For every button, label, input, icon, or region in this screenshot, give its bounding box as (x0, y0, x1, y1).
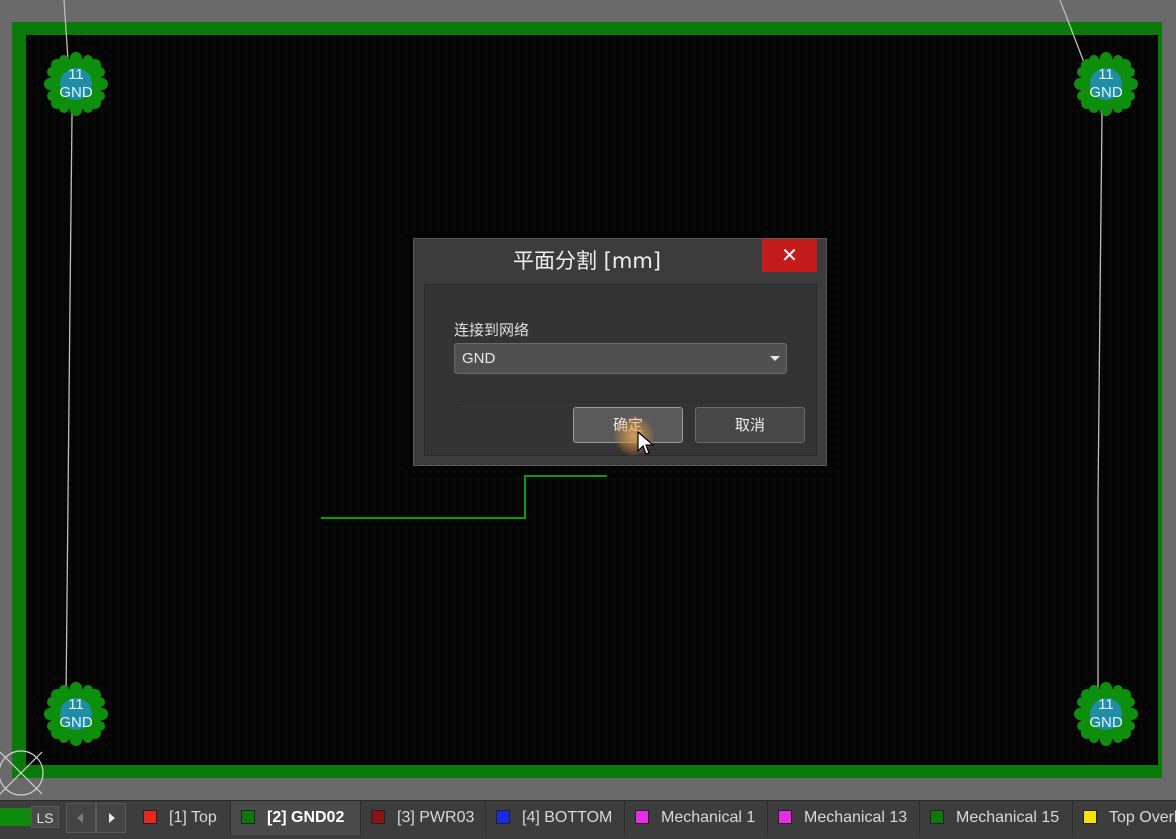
pcb-canvas[interactable]: 11 GND 11 GND 11 GND 11 GND 平面分割 [mm] ✕ … (0, 0, 1176, 800)
pad-net-name: GND (1089, 84, 1123, 101)
layer-tab-label: [4] BOTTOM (522, 809, 613, 826)
scroll-layers-left-button[interactable] (66, 803, 96, 833)
gnd-pad-top-right[interactable]: 11 GND (1074, 52, 1138, 116)
layer-color-swatch (371, 810, 385, 824)
cancel-button[interactable]: 取消 (695, 407, 805, 443)
layer-tab-top[interactable]: [1] Top (133, 801, 231, 835)
layer-tab-label: Top Overlay (1109, 809, 1176, 826)
mouse-cursor-icon (637, 431, 655, 455)
scroll-layers-right-button[interactable] (96, 803, 126, 833)
layer-color-swatch (496, 810, 510, 824)
layer-tab-pwr03[interactable]: [3] PWR03 (361, 801, 486, 835)
pad-number: 11 (1098, 696, 1114, 713)
layer-tab-mechanical-15[interactable]: Mechanical 15 (920, 801, 1073, 835)
connect-to-net-label: 连接到网络 (454, 321, 530, 339)
pad-net-name: GND (59, 84, 93, 101)
chevron-left-icon (77, 813, 83, 823)
layer-tab-bottom[interactable]: [4] BOTTOM (486, 801, 625, 835)
pad-net-name: GND (59, 714, 93, 731)
current-layer-swatch[interactable] (0, 808, 31, 826)
chevron-right-icon (109, 813, 115, 823)
origin-marker-icon (0, 750, 44, 796)
layer-tab-label: [2] GND02 (267, 809, 345, 826)
layer-tab-mechanical-1[interactable]: Mechanical 1 (625, 801, 768, 835)
layer-tab-label: Mechanical 15 (956, 809, 1060, 826)
layer-color-swatch (635, 810, 649, 824)
pad-net-name: GND (1089, 714, 1123, 731)
layer-color-swatch (1083, 810, 1097, 824)
layer-tab-gnd02[interactable]: [2] GND02 (231, 801, 361, 835)
pad-number: 11 (68, 66, 84, 83)
layer-color-swatch (930, 810, 944, 824)
divider (460, 375, 787, 402)
net-select-value: GND (462, 350, 496, 367)
pad-number: 11 (68, 696, 84, 713)
gnd-pad-bottom-right[interactable]: 11 GND (1074, 682, 1138, 746)
layer-tab-label: Mechanical 13 (804, 809, 908, 826)
layer-color-swatch (778, 810, 792, 824)
gnd-pad-top-left[interactable]: 11 GND (44, 52, 108, 116)
layer-color-swatch (143, 810, 157, 824)
close-button[interactable]: ✕ (762, 239, 817, 272)
layer-tab-bar: LS [1] Top [2] GND02 [3] PWR03 [4] BOTTO… (0, 800, 1176, 839)
net-select-dropdown[interactable]: GND (454, 343, 787, 374)
layer-tab-top-overlay[interactable]: Top Overlay (1073, 801, 1176, 835)
layer-color-swatch (241, 810, 255, 824)
layer-tab-label: [1] Top (169, 809, 217, 826)
pad-number: 11 (1098, 66, 1114, 83)
chevron-down-icon (770, 356, 780, 361)
gnd-pad-bottom-left[interactable]: 11 GND (44, 682, 108, 746)
split-line-trace (321, 475, 607, 519)
dialog-title: 平面分割 [mm] (513, 249, 661, 273)
layer-tab-label: [3] PWR03 (397, 809, 475, 826)
layer-tab-mechanical-13[interactable]: Mechanical 13 (768, 801, 920, 835)
close-icon: ✕ (781, 243, 798, 267)
layer-sets-button[interactable]: LS (31, 806, 59, 828)
layer-tab-label: Mechanical 1 (661, 809, 756, 826)
